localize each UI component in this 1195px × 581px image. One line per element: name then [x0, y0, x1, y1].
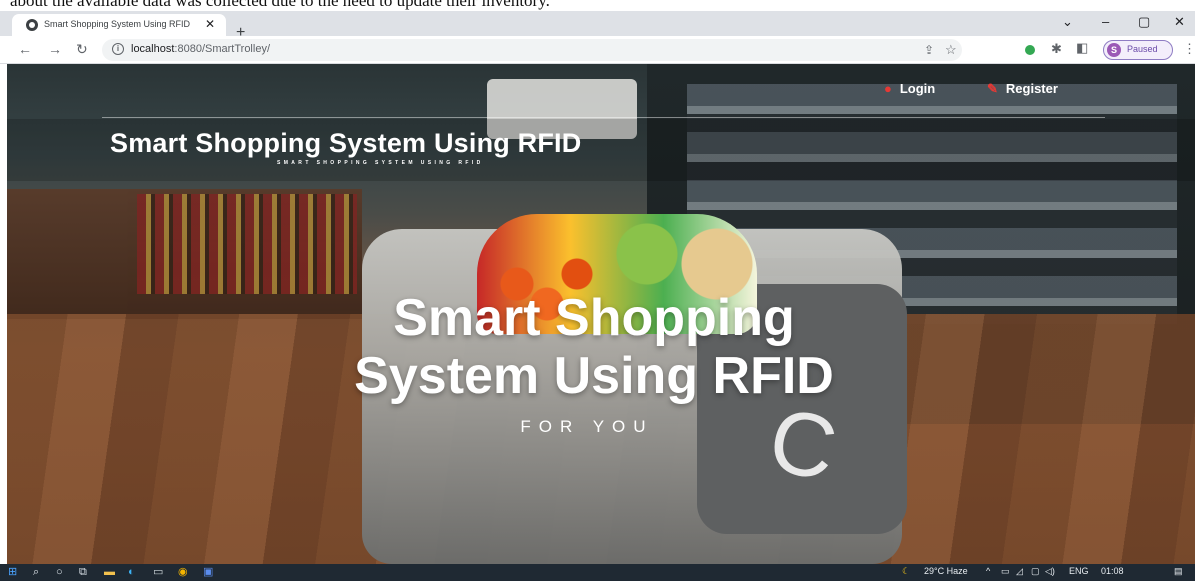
reload-icon[interactable]: ↻ — [76, 41, 88, 58]
windows-taskbar: ⊞ ⌕ ○ ⧉ ▬ ◐ ▭ ◉ ▣ ☾ 29°C Haze ^ ▭ ◿ ▢ ◁)… — [0, 564, 1195, 581]
tab-title: Smart Shopping System Using RFID — [44, 19, 191, 29]
maximize-button[interactable]: ▢ — [1138, 14, 1150, 30]
url-text[interactable]: localhost:8080/SmartTrolley/ — [131, 43, 270, 55]
hero-line-2: System Using RFID — [354, 347, 834, 405]
browser-tab-bar: Smart Shopping System Using RFID ✕ + — [0, 11, 1195, 41]
app-icon[interactable]: ▣ — [203, 565, 213, 580]
task-view-icon[interactable]: ⧉ — [79, 565, 87, 580]
user-icon: ● — [884, 81, 892, 96]
hero-tagline: FOR YOU — [520, 417, 654, 436]
browser-toolbar: ← → ↻ i localhost:8080/SmartTrolley/ ⇪ ☆… — [0, 36, 1195, 64]
weather-text[interactable]: 29°C Haze — [924, 566, 968, 576]
document-caption-strip: about the available data was collected d… — [0, 0, 1195, 11]
minimize-button[interactable]: – — [1102, 14, 1109, 29]
battery-icon[interactable]: ▭ — [1001, 566, 1010, 577]
back-arrow-icon[interactable]: ← — [18, 41, 32, 57]
network-icon[interactable]: ◿ — [1016, 566, 1023, 577]
notifications-icon[interactable]: ▤ — [1174, 566, 1183, 577]
close-window-button[interactable]: ✕ — [1174, 14, 1185, 30]
close-tab-icon[interactable]: ✕ — [205, 17, 215, 31]
side-panel-icon[interactable]: ◧ — [1076, 40, 1088, 56]
search-icon[interactable]: ⌕ — [33, 565, 39, 580]
start-icon[interactable]: ⊞ — [8, 565, 17, 580]
profile-status: Paused — [1127, 44, 1158, 54]
web-page: C ● Login ✎ Register Smart Shopping System… — [7, 64, 1195, 564]
more-menu-icon[interactable]: ⋮ — [1183, 41, 1195, 57]
extension-icon[interactable] — [1025, 45, 1035, 55]
avatar: S — [1107, 43, 1121, 57]
share-icon[interactable]: ⇪ — [924, 43, 934, 57]
key-icon: ✎ — [987, 81, 998, 96]
tray-chevron-icon[interactable]: ^ — [986, 566, 990, 576]
nav-divider — [102, 117, 1105, 118]
chrome-icon[interactable]: ◉ — [178, 565, 188, 580]
tab-search-icon[interactable]: ⌄ — [1062, 14, 1073, 30]
cortana-icon[interactable]: ○ — [56, 565, 63, 580]
globe-icon — [26, 19, 38, 31]
caption-text: about the available data was collected d… — [10, 0, 550, 10]
bookmark-star-icon[interactable]: ☆ — [945, 42, 957, 58]
clock-time[interactable]: 01:08 — [1101, 566, 1124, 576]
register-link[interactable]: ✎ Register — [987, 81, 1058, 97]
file-explorer-icon[interactable]: ▬ — [104, 565, 115, 580]
edge-icon[interactable]: ◐ — [128, 565, 135, 580]
hero-heading: Smart Shopping System Using RFID — [7, 289, 1195, 405]
address-bar[interactable]: i localhost:8080/SmartTrolley/ ⇪ ☆ — [102, 39, 962, 61]
site-info-icon[interactable]: i — [112, 43, 124, 55]
forward-arrow-icon[interactable]: → — [48, 41, 62, 57]
store-icon[interactable]: ▭ — [153, 565, 163, 580]
brand-title[interactable]: Smart Shopping System Using RFID — [110, 128, 581, 159]
extensions-puzzle-icon[interactable]: ✱ — [1051, 41, 1062, 57]
hero-line-1: Smart Shopping — [393, 289, 795, 347]
display-icon[interactable]: ▢ — [1031, 566, 1040, 577]
volume-icon[interactable]: ◁) — [1045, 566, 1055, 577]
brand-subtitle: SMART SHOPPING SYSTEM USING RFID — [277, 160, 484, 166]
browser-tab[interactable]: Smart Shopping System Using RFID ✕ — [12, 14, 226, 36]
login-link[interactable]: ● Login — [884, 81, 935, 96]
weather-icon[interactable]: ☾ — [902, 566, 910, 577]
profile-button[interactable]: S Paused — [1103, 40, 1173, 60]
language-indicator[interactable]: ENG — [1069, 566, 1089, 576]
